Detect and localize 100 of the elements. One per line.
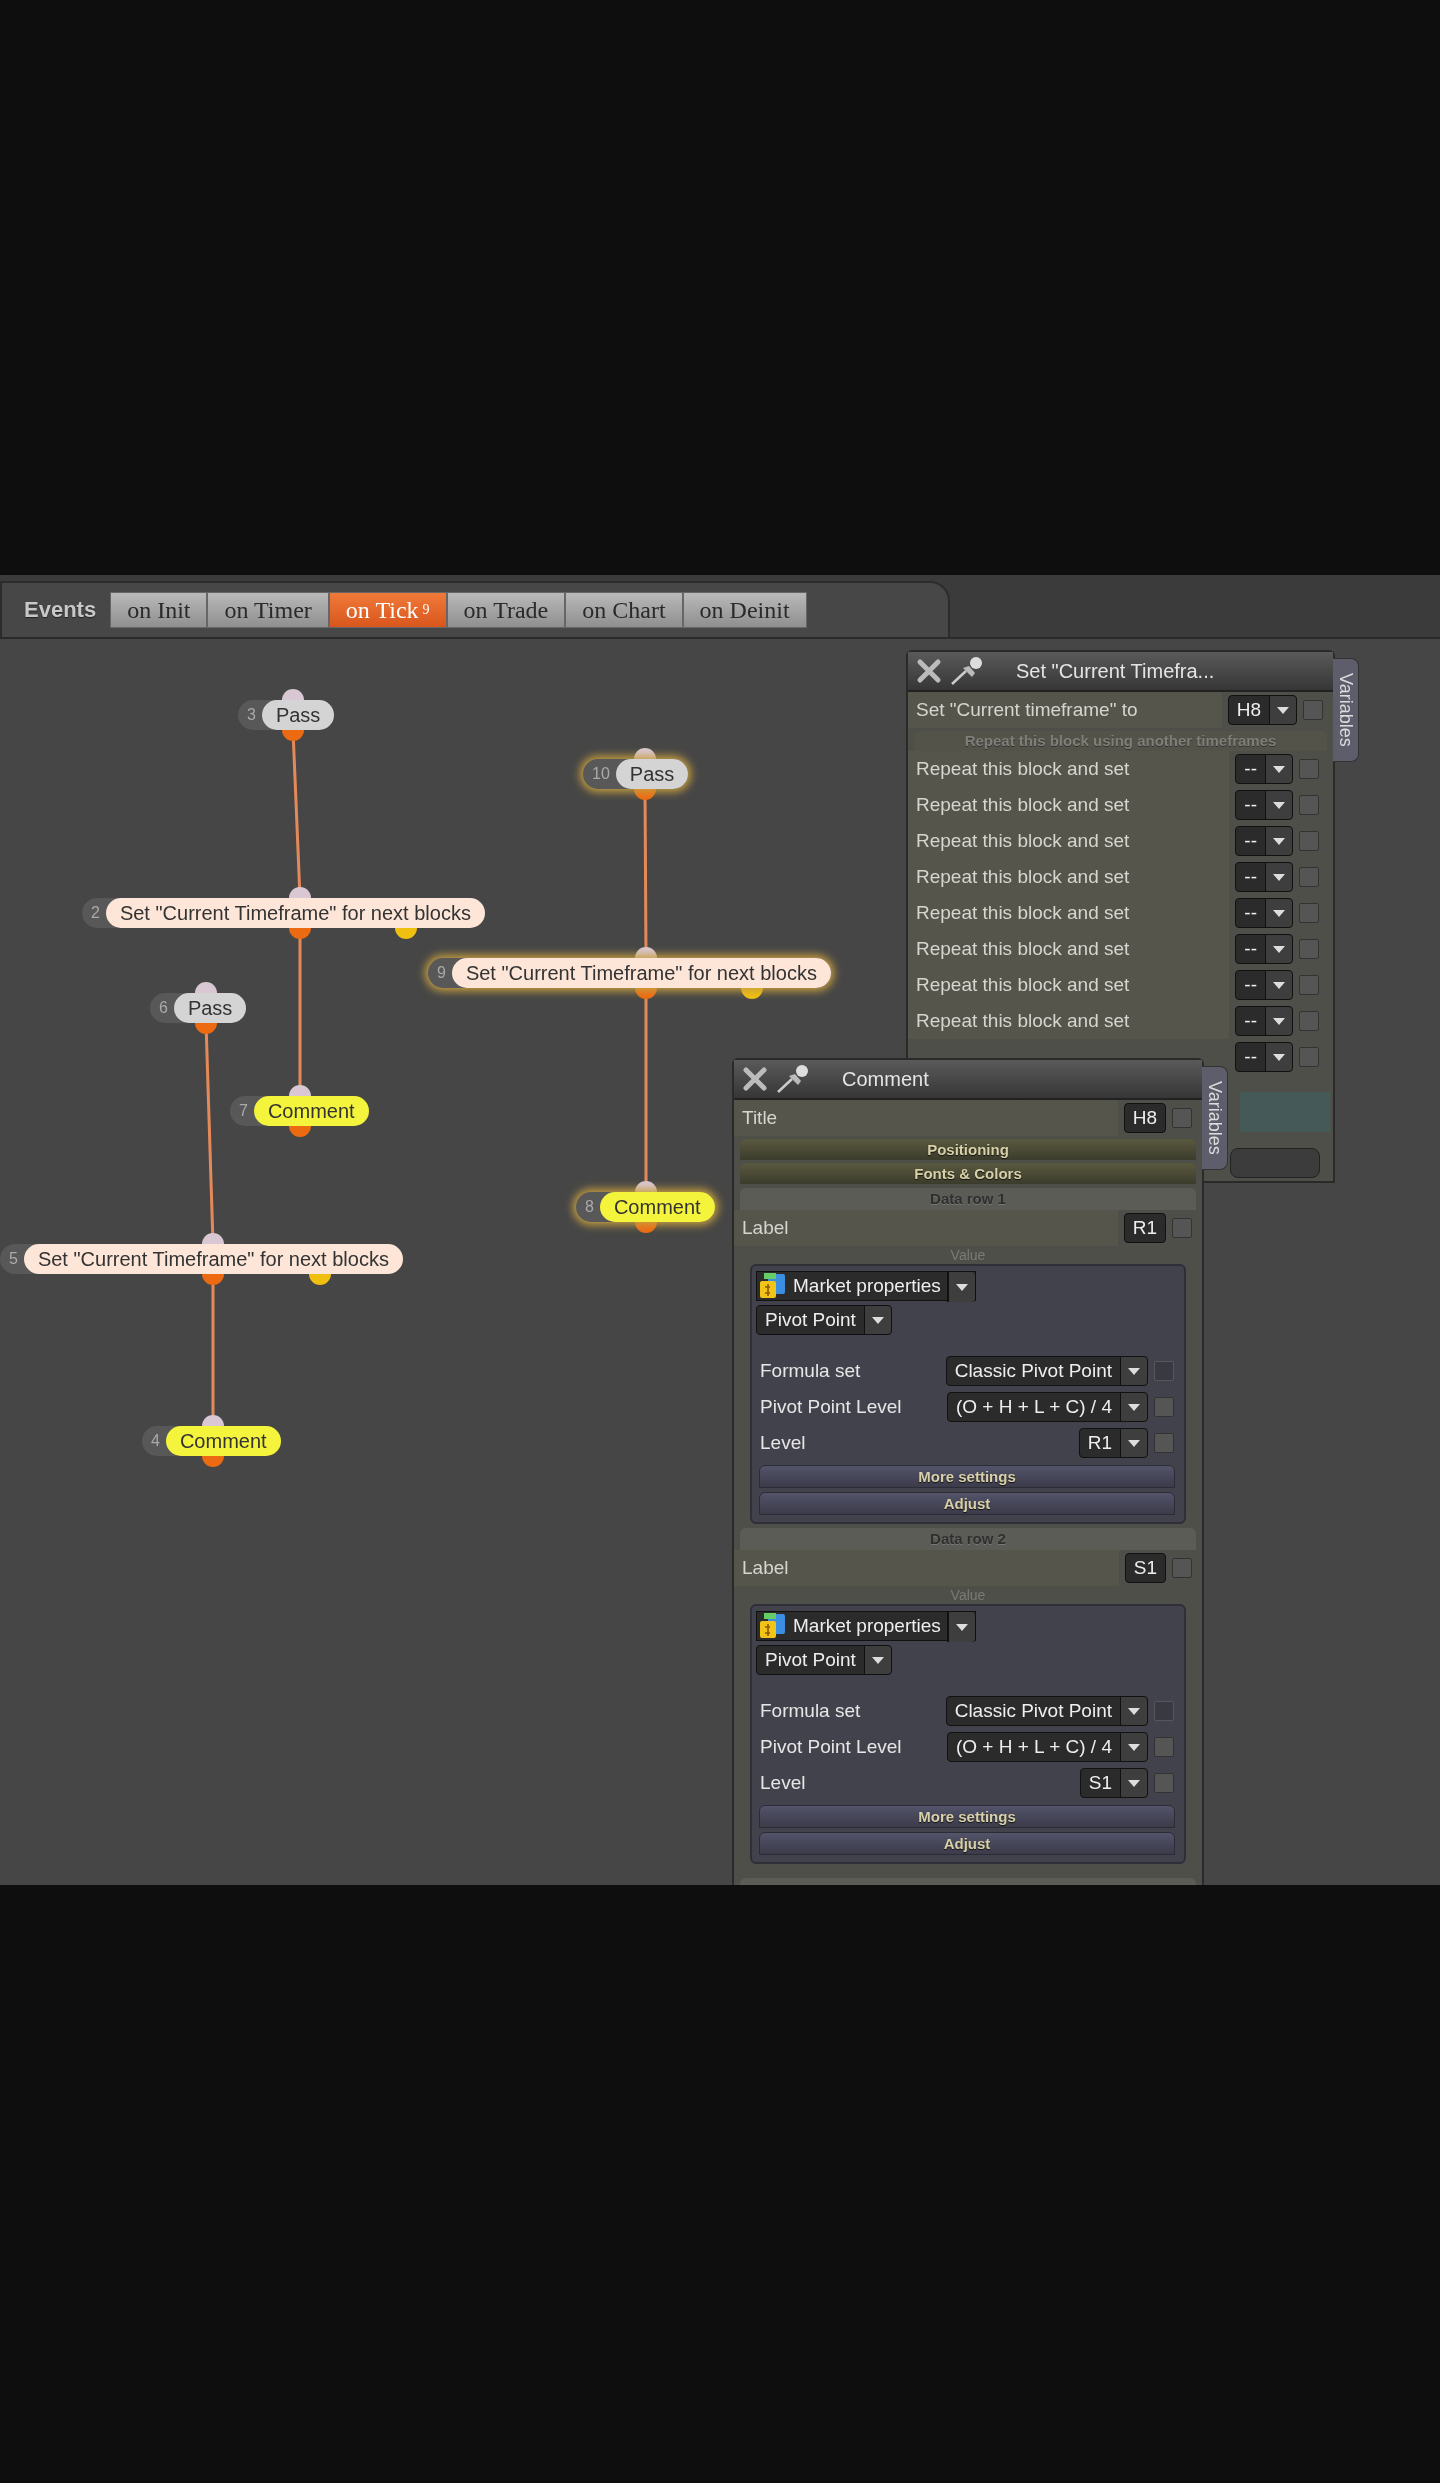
dropdown[interactable]: H8 [1227,695,1297,725]
checkbox[interactable] [1299,903,1319,923]
input-port[interactable] [634,748,656,759]
event-tab[interactable]: on Timer [207,592,329,628]
block-node[interactable]: 9 Set "Current Timeframe" for next blocks [428,958,831,988]
event-tab[interactable]: on Deinit [682,592,807,628]
dropdown[interactable]: -- [1235,1042,1293,1072]
checkbox[interactable] [1299,759,1319,779]
checkbox[interactable] [1299,867,1319,887]
variables-tab[interactable]: Variables [1202,1066,1228,1170]
input-port[interactable] [635,947,657,958]
dropdown[interactable]: -- [1235,1006,1293,1036]
event-tab[interactable]: on Trade [446,592,566,628]
window-title: Comment [842,1067,929,1091]
checkbox[interactable] [1299,1011,1319,1031]
block-node[interactable]: 5 Set "Current Timeframe" for next blocks [0,1244,403,1274]
dropdown[interactable]: R1 [1078,1428,1148,1458]
output-port[interactable] [741,988,763,999]
checkbox[interactable] [1299,975,1319,995]
output-port[interactable] [202,1274,224,1285]
block-node[interactable]: 3 Pass [238,700,335,730]
output-port[interactable] [309,1274,331,1285]
input-port[interactable] [282,689,304,700]
output-port[interactable] [289,928,311,939]
input-port[interactable] [195,982,217,993]
output-port[interactable] [635,988,657,999]
pin-icon[interactable] [776,1064,810,1094]
output-port[interactable] [282,730,304,741]
dropdown[interactable]: -- [1235,862,1293,892]
checkbox[interactable] [1172,1558,1192,1578]
pin-icon[interactable] [950,656,984,686]
dropdown[interactable]: -- [1235,826,1293,856]
dropdown[interactable]: -- [1235,790,1293,820]
event-tab[interactable]: on Chart [565,592,683,628]
settings-button[interactable]: Adjust [759,1832,1175,1855]
block-node[interactable]: 10 Pass [583,759,689,789]
dropdown[interactable]: Market properties [756,1611,976,1641]
field-label: Pivot Point Level [760,1736,903,1758]
checkbox[interactable] [1154,1397,1174,1417]
checkbox[interactable] [1299,939,1319,959]
input-port[interactable] [289,887,311,898]
value-field[interactable]: R1 [1123,1213,1166,1243]
tabs-label: Events [24,597,97,623]
output-port[interactable] [289,1126,311,1137]
checkbox[interactable] [1299,1047,1319,1067]
dropdown[interactable]: Pivot Point [756,1645,892,1675]
checkbox[interactable] [1172,1218,1192,1238]
dropdown[interactable]: Market properties [756,1271,976,1301]
value-field[interactable]: S1 [1124,1553,1166,1583]
event-tab[interactable]: on Init [110,592,208,628]
checkbox[interactable] [1299,795,1319,815]
caret-icon [1273,801,1285,809]
close-icon[interactable] [742,1066,768,1092]
value-field[interactable]: H8 [1123,1103,1166,1133]
output-port[interactable] [395,928,417,939]
checkbox[interactable] [1154,1433,1174,1453]
block-number: 6 [158,999,169,1017]
variables-tab[interactable]: Variables [1333,658,1359,762]
dropdown[interactable]: -- [1235,970,1293,1000]
close-icon[interactable] [916,658,942,684]
checkbox[interactable] [1154,1737,1174,1757]
settings-button[interactable]: More settings [759,1805,1175,1828]
checkbox[interactable] [1303,700,1323,720]
block-node[interactable]: 2 Set "Current Timeframe" for next blocks [82,898,485,928]
block-node[interactable]: 8 Comment [576,1192,715,1222]
block-node[interactable]: 6 Pass [150,993,247,1023]
input-port[interactable] [202,1233,224,1244]
input-port[interactable] [289,1085,311,1096]
dropdown[interactable]: S1 [1079,1768,1148,1798]
output-port[interactable] [635,1222,657,1233]
settings-button[interactable]: Adjust [759,1492,1175,1515]
dropdown[interactable]: -- [1235,934,1293,964]
checkbox[interactable] [1172,1108,1192,1128]
window-title: Set "Current Timefra... [1016,659,1215,683]
checkbox[interactable] [1299,831,1319,851]
output-port[interactable] [202,1456,224,1467]
dropdown[interactable]: -- [1235,754,1293,784]
field-label: Formula set [760,1360,862,1382]
block-node[interactable]: 4 Comment [142,1426,281,1456]
settings-button[interactable]: More settings [759,1465,1175,1488]
caret-icon [1128,1707,1140,1715]
output-port[interactable] [634,789,656,800]
dropdown[interactable]: -- [1235,898,1293,928]
section-header[interactable]: Positioning [740,1139,1196,1160]
section-header[interactable]: Fonts & Colors [740,1163,1196,1184]
dropdown[interactable]: Pivot Point [756,1305,892,1335]
block-label: Comment [599,1192,715,1222]
dropdown[interactable]: (O + H + L + C) / 4 [946,1392,1148,1422]
dropdown[interactable]: (O + H + L + C) / 4 [946,1732,1148,1762]
block-number: 9 [436,964,447,982]
field-label: Repeat this block and set [908,859,1230,895]
block-label: Comment [165,1426,281,1456]
caret-icon [955,1623,968,1631]
output-port[interactable] [195,1023,217,1034]
field-label: Label [734,1210,1118,1246]
field-label: Label [734,1550,1119,1586]
checkbox[interactable] [1154,1773,1174,1793]
input-port[interactable] [635,1181,657,1192]
input-port[interactable] [202,1415,224,1426]
block-node[interactable]: 7 Comment [230,1096,369,1126]
